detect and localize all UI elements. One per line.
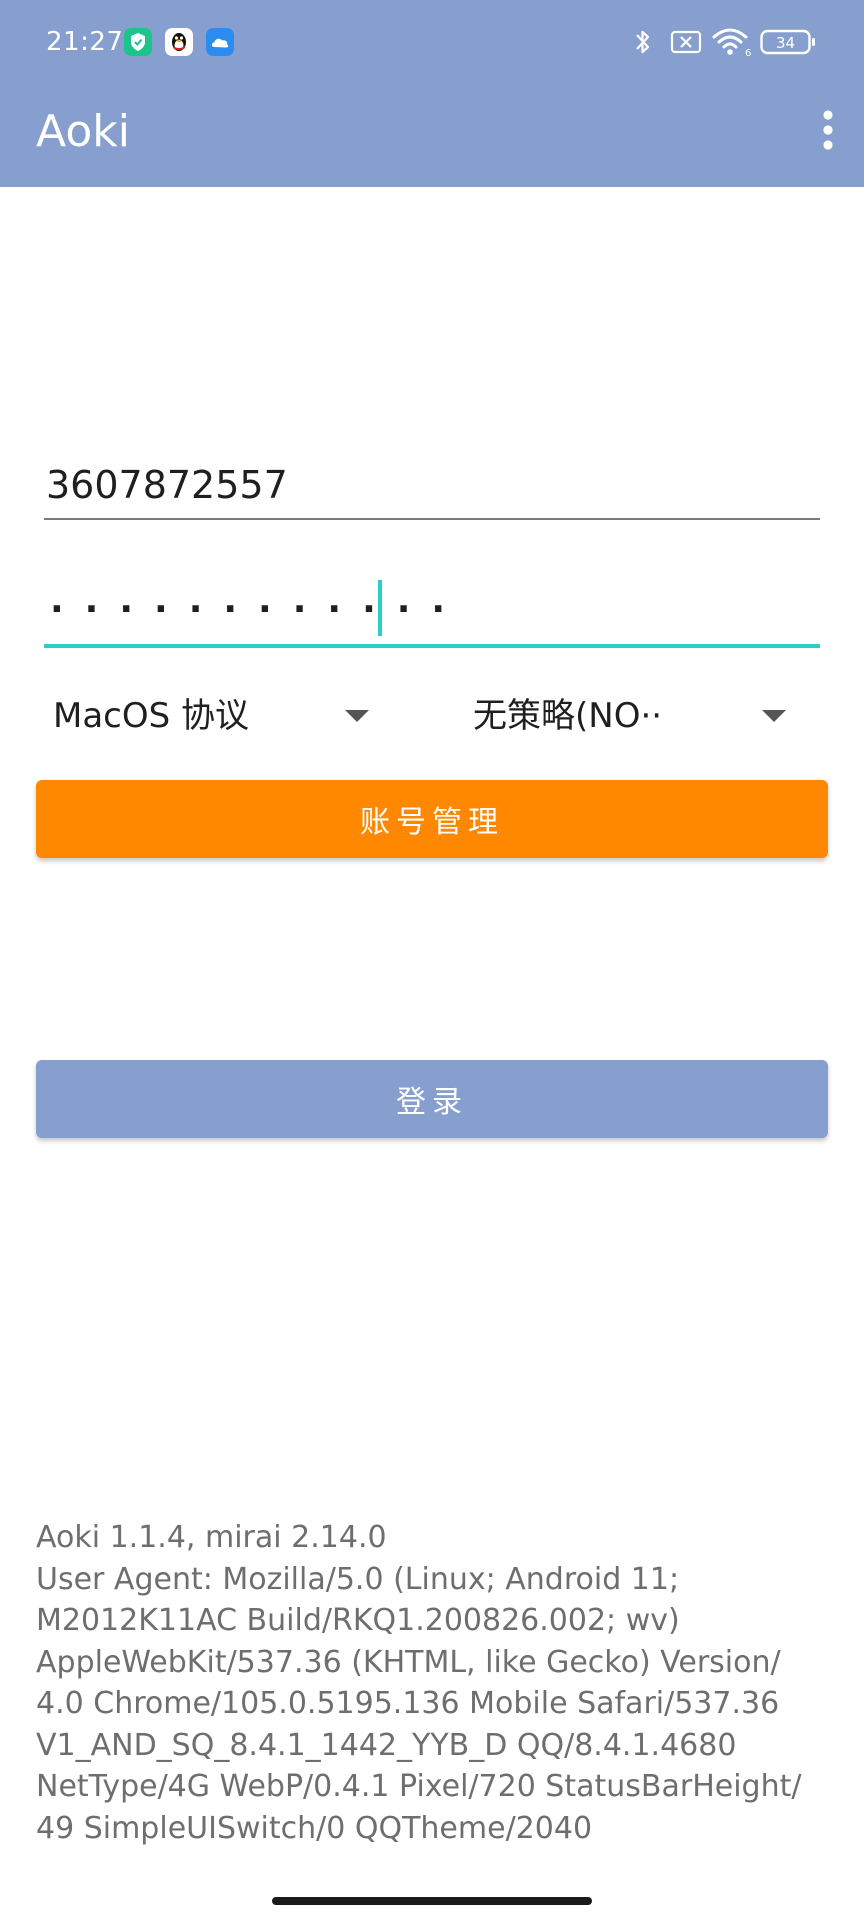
info-line: 4.0 Chrome/105.0.5195.136 Mobile Safari/… [36,1686,780,1721]
gesture-navigation-bar[interactable] [272,1897,592,1905]
wifi-icon: 6 [712,26,752,58]
account-input[interactable] [44,452,820,520]
dropdown-arrow-icon [762,710,786,722]
protocol-spinner[interactable]: MacOS 协议 [53,680,373,752]
battery-level: 34 [776,34,795,52]
info-line: Aoki 1.1.4, mirai 2.14.0 [36,1520,387,1555]
cloud-app-icon [206,28,234,56]
dropdown-arrow-icon [345,710,369,722]
info-line: 49 SimpleUISwitch/0 QQTheme/2040 [36,1810,593,1846]
text-cursor [378,580,382,636]
no-sim-icon [670,29,702,55]
wifi-badge: 6 [745,48,751,58]
shield-app-icon [124,28,152,56]
qq-penguin-icon [165,28,193,56]
password-input[interactable]: ············ [44,572,820,648]
toolbar: Aoki [0,84,864,187]
strategy-spinner[interactable]: 无策略(NO·· [473,680,803,752]
bluetooth-icon [632,27,654,57]
status-bar: 21:27 6 34 [0,0,864,84]
app-header: 21:27 6 34 Aoki [0,0,864,187]
app-title: Aoki [36,106,130,157]
account-manage-button[interactable]: 账号管理 [36,780,828,858]
info-line: V1_AND_SQ_8.4.1_1442_YYB_D QQ/8.4.1.4680 [36,1727,737,1763]
more-options-button[interactable] [800,100,856,168]
status-time: 21:27 [46,27,124,57]
info-line: User Agent: Mozilla/5.0 (Linux; Android … [36,1561,680,1597]
info-line: M2012K11AC Build/RKQ1.200826.002; wv) [36,1603,680,1638]
protocol-selected: MacOS 协议 [53,696,250,736]
strategy-selected: 无策略(NO·· [473,696,663,736]
info-line: NetType/4G WebP/0.4.1 Pixel/720 StatusBa… [36,1769,802,1804]
more-vertical-icon [823,110,833,150]
info-line: AppleWebKit/537.36 (KHTML, like Gecko) V… [36,1644,781,1680]
login-button[interactable]: 登录 [36,1060,828,1138]
version-info: Aoki 1.1.4, mirai 2.14.0 User Agent: Moz… [36,1517,828,1849]
password-mask: ············ [50,589,467,630]
battery-icon: 34 [760,29,816,55]
